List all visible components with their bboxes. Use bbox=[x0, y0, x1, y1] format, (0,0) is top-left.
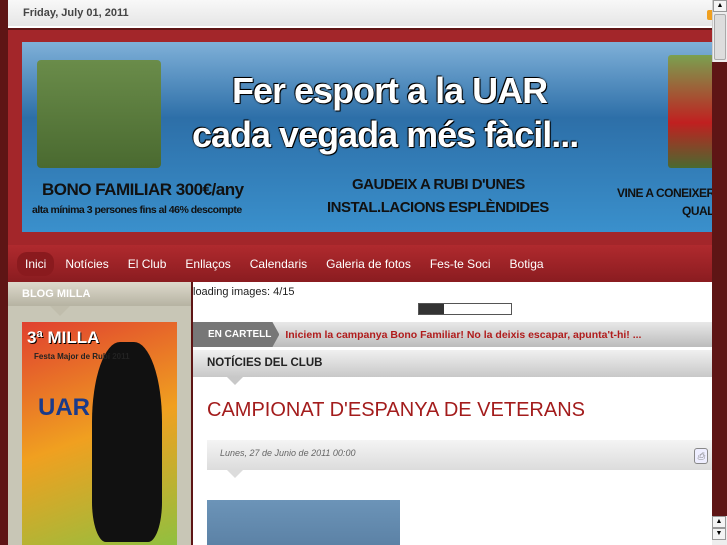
main-nav: Inici Notícies El Club Enllaços Calendar… bbox=[8, 245, 712, 282]
ticker-label: EN CARTELL bbox=[193, 322, 280, 347]
nav-inici[interactable]: Inici bbox=[17, 251, 55, 276]
top-bar: Friday, July 01, 2011 bbox=[8, 0, 727, 28]
nav-fes-te-soci[interactable]: Fes-te Soci bbox=[422, 252, 499, 276]
banner-vine-2: QUALS bbox=[682, 204, 712, 218]
loading-progress bbox=[418, 303, 512, 315]
milla-poster[interactable]: 3ª MILLA Festa Major de Rubí 2011 UAR bbox=[22, 322, 177, 545]
page-scrollbar[interactable]: ▲ bbox=[712, 0, 727, 62]
ticker-link[interactable]: Iniciem la campanya Bono Familiar! No la… bbox=[285, 329, 641, 341]
nav-galeria[interactable]: Galeria de fotos bbox=[318, 252, 419, 276]
poster-club: UAR bbox=[38, 394, 90, 421]
banner-headline-2: cada vegada més fàcil... bbox=[192, 114, 579, 155]
nav-calendaris[interactable]: Calendaris bbox=[242, 252, 315, 276]
main-content: loading images: 4/15 EN CARTELL Iniciem … bbox=[193, 282, 712, 545]
news-ticker: EN CARTELL Iniciem la campanya Bono Fami… bbox=[193, 322, 712, 347]
promo-banner[interactable]: Fer esport a la UAR cada vegada més fàci… bbox=[22, 42, 712, 232]
print-icon[interactable]: ⎙ bbox=[694, 448, 708, 464]
runners-photo bbox=[37, 60, 161, 168]
banner-gaudeix-1: GAUDEIX A RUBI D'UNES bbox=[352, 176, 525, 193]
sidebar-title: BLOG MILLA bbox=[8, 282, 191, 316]
article-image bbox=[207, 500, 400, 545]
article-date: Lunes, 27 de Junio de 2011 00:00 bbox=[220, 448, 356, 458]
current-date: Friday, July 01, 2011 bbox=[23, 7, 129, 19]
poster-title: 3ª MILLA bbox=[27, 328, 100, 347]
progress-fill bbox=[419, 304, 444, 314]
nav-botiga[interactable]: Botiga bbox=[502, 252, 552, 276]
article-title[interactable]: CAMPIONAT D'ESPANYA DE VETERANS bbox=[207, 399, 585, 422]
scroll-thumb[interactable] bbox=[714, 14, 726, 60]
section-title: NOTÍCIES DEL CLUB bbox=[193, 350, 712, 385]
site-header: Fer esport a la UAR cada vegada més fàci… bbox=[8, 30, 712, 245]
banner-gaudeix-2: INSTAL.LACIONS ESPLÈNDIDES bbox=[327, 199, 549, 216]
banner-bono: BONO FAMILIAR 300€/any bbox=[42, 180, 244, 199]
banner-vine-1: VINE A CONEIXER bbox=[617, 186, 712, 200]
poster-subtitle: Festa Major de Rubí 2011 bbox=[34, 352, 130, 361]
sidebar: BLOG MILLA 3ª MILLA Festa Major de Rubí … bbox=[8, 282, 191, 545]
article-meta: Lunes, 27 de Junio de 2011 00:00 ⎙ bbox=[207, 440, 712, 478]
nav-enllacos[interactable]: Enllaços bbox=[177, 252, 238, 276]
runner-silhouette bbox=[92, 342, 162, 542]
cyclists-photo bbox=[668, 55, 712, 168]
inner-scrollbar[interactable]: ▲ ▼ bbox=[712, 516, 727, 545]
banner-bono-sub: alta mínima 3 persones fins al 46% desco… bbox=[32, 204, 242, 216]
scroll-down-icon[interactable]: ▼ bbox=[712, 528, 726, 540]
scroll-up-icon[interactable]: ▲ bbox=[713, 0, 727, 12]
scroll-up-icon[interactable]: ▲ bbox=[712, 516, 726, 528]
nav-el-club[interactable]: El Club bbox=[120, 252, 175, 276]
loading-text: loading images: 4/15 bbox=[193, 286, 295, 298]
nav-noticies[interactable]: Notícies bbox=[57, 252, 116, 276]
banner-headline-1: Fer esport a la UAR bbox=[232, 70, 548, 111]
